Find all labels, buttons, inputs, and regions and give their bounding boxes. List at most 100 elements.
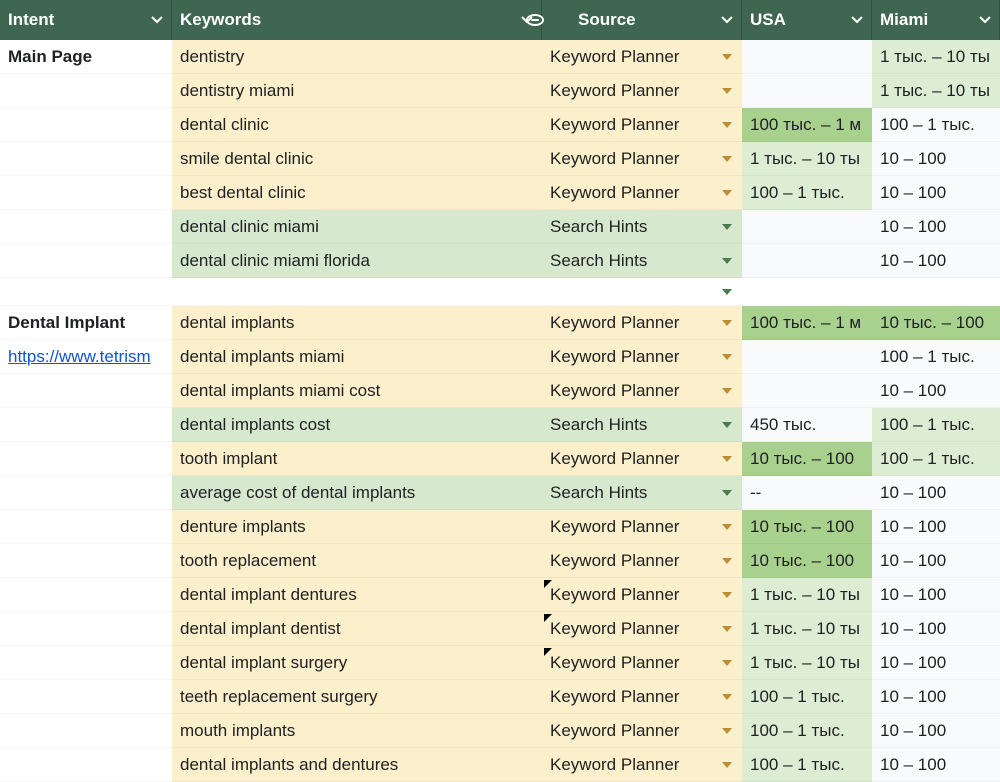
miami-cell[interactable]: 100 – 1 тыс. (872, 408, 1000, 442)
intent-cell[interactable] (0, 108, 172, 142)
keyword-cell[interactable]: dental clinic miami (172, 210, 542, 244)
column-header-miami[interactable]: Miami (872, 0, 1000, 40)
intent-cell[interactable] (0, 408, 172, 442)
usa-cell[interactable]: 10 тыс. – 100 (742, 442, 872, 476)
miami-cell[interactable]: 10 – 100 (872, 374, 1000, 408)
miami-cell[interactable]: 10 тыс. – 100 (872, 306, 1000, 340)
miami-cell[interactable]: 10 – 100 (872, 244, 1000, 278)
usa-cell[interactable]: 100 – 1 тыс. (742, 714, 872, 748)
source-cell[interactable]: Keyword Planner (542, 142, 742, 176)
miami-cell[interactable]: 10 – 100 (872, 142, 1000, 176)
keyword-cell[interactable]: teeth replacement surgery (172, 680, 542, 714)
intent-cell[interactable] (0, 442, 172, 476)
intent-cell[interactable]: Dental Implant (0, 306, 172, 340)
intent-cell[interactable] (0, 714, 172, 748)
keyword-cell[interactable]: dental implant dentist (172, 612, 542, 646)
intent-cell[interactable] (0, 176, 172, 210)
keyword-cell[interactable]: dentistry miami (172, 74, 542, 108)
intent-cell[interactable] (0, 476, 172, 510)
intent-cell[interactable] (0, 74, 172, 108)
usa-cell[interactable] (742, 244, 872, 278)
miami-cell[interactable]: 10 – 100 (872, 510, 1000, 544)
source-cell[interactable]: Keyword Planner (542, 176, 742, 210)
usa-cell[interactable] (742, 340, 872, 374)
miami-cell[interactable]: 1 тыс. – 10 ты (872, 74, 1000, 108)
miami-cell[interactable]: 10 – 100 (872, 680, 1000, 714)
miami-cell[interactable]: 10 – 100 (872, 210, 1000, 244)
keyword-cell[interactable]: dental implant surgery (172, 646, 542, 680)
intent-link[interactable]: https://www.tetrism (8, 347, 151, 367)
intent-cell[interactable] (0, 142, 172, 176)
keyword-cell[interactable]: smile dental clinic (172, 142, 542, 176)
miami-cell[interactable]: 10 – 100 (872, 612, 1000, 646)
source-cell[interactable]: Keyword Planner (542, 108, 742, 142)
usa-cell[interactable]: 100 – 1 тыс. (742, 176, 872, 210)
usa-cell[interactable]: 100 – 1 тыс. (742, 680, 872, 714)
source-cell[interactable]: Keyword Planner (542, 544, 742, 578)
keyword-cell[interactable]: denture implants (172, 510, 542, 544)
usa-cell[interactable]: 450 тыс. (742, 408, 872, 442)
source-cell[interactable]: Keyword Planner (542, 340, 742, 374)
source-cell[interactable]: Keyword Planner (542, 510, 742, 544)
miami-cell[interactable]: 10 – 100 (872, 748, 1000, 782)
source-cell[interactable]: Keyword Planner (542, 40, 742, 74)
miami-cell[interactable]: 10 – 100 (872, 544, 1000, 578)
miami-cell[interactable]: 100 – 1 тыс. (872, 108, 1000, 142)
source-cell[interactable]: Keyword Planner (542, 578, 742, 612)
usa-cell[interactable]: 1 тыс. – 10 ты (742, 646, 872, 680)
separator-cell[interactable] (0, 278, 172, 306)
separator-cell[interactable] (172, 278, 542, 306)
usa-cell[interactable]: 100 тыс. – 1 м (742, 306, 872, 340)
column-header-source[interactable]: Source (542, 0, 742, 40)
keyword-cell[interactable]: dental implants cost (172, 408, 542, 442)
intent-cell[interactable] (0, 210, 172, 244)
usa-cell[interactable] (742, 210, 872, 244)
usa-cell[interactable]: 10 тыс. – 100 (742, 510, 872, 544)
miami-cell[interactable]: 10 – 100 (872, 176, 1000, 210)
miami-cell[interactable]: 10 – 100 (872, 476, 1000, 510)
keyword-cell[interactable]: average cost of dental implants (172, 476, 542, 510)
miami-cell[interactable]: 10 – 100 (872, 578, 1000, 612)
intent-cell[interactable] (0, 612, 172, 646)
source-cell[interactable]: Keyword Planner (542, 74, 742, 108)
source-cell[interactable]: Keyword Planner (542, 374, 742, 408)
keyword-cell[interactable]: dental implants miami cost (172, 374, 542, 408)
keyword-cell[interactable]: tooth implant (172, 442, 542, 476)
miami-cell[interactable]: 100 – 1 тыс. (872, 442, 1000, 476)
source-cell[interactable]: Keyword Planner (542, 442, 742, 476)
keyword-cell[interactable]: dental clinic (172, 108, 542, 142)
source-cell[interactable]: Search Hints (542, 476, 742, 510)
usa-cell[interactable]: 1 тыс. – 10 ты (742, 612, 872, 646)
usa-cell[interactable] (742, 74, 872, 108)
column-header-intent[interactable]: Intent (0, 0, 172, 40)
source-cell[interactable] (542, 278, 742, 306)
source-cell[interactable]: Keyword Planner (542, 680, 742, 714)
usa-cell[interactable]: 100 – 1 тыс. (742, 748, 872, 782)
usa-cell[interactable]: 100 тыс. – 1 м (742, 108, 872, 142)
miami-cell[interactable]: 1 тыс. – 10 ты (872, 40, 1000, 74)
usa-cell[interactable] (742, 374, 872, 408)
usa-cell[interactable] (742, 40, 872, 74)
keyword-cell[interactable]: dental implants miami (172, 340, 542, 374)
intent-cell[interactable]: https://www.tetrism (0, 340, 172, 374)
usa-cell[interactable]: -- (742, 476, 872, 510)
keyword-cell[interactable]: best dental clinic (172, 176, 542, 210)
source-cell[interactable]: Keyword Planner (542, 748, 742, 782)
miami-cell[interactable]: 10 – 100 (872, 646, 1000, 680)
source-cell[interactable]: Search Hints (542, 210, 742, 244)
keyword-cell[interactable]: dental implant dentures (172, 578, 542, 612)
column-header-usa[interactable]: USA (742, 0, 872, 40)
keyword-cell[interactable]: tooth replacement (172, 544, 542, 578)
keyword-cell[interactable]: mouth implants (172, 714, 542, 748)
intent-cell[interactable]: Main Page (0, 40, 172, 74)
intent-cell[interactable] (0, 578, 172, 612)
miami-cell[interactable]: 100 – 1 тыс. (872, 340, 1000, 374)
keyword-cell[interactable]: dental clinic miami florida (172, 244, 542, 278)
separator-cell[interactable] (872, 278, 1000, 306)
keyword-cell[interactable]: dentistry (172, 40, 542, 74)
miami-cell[interactable]: 10 – 100 (872, 714, 1000, 748)
usa-cell[interactable]: 1 тыс. – 10 ты (742, 142, 872, 176)
intent-cell[interactable] (0, 244, 172, 278)
intent-cell[interactable] (0, 374, 172, 408)
column-header-keywords[interactable]: Keywords (172, 0, 542, 40)
